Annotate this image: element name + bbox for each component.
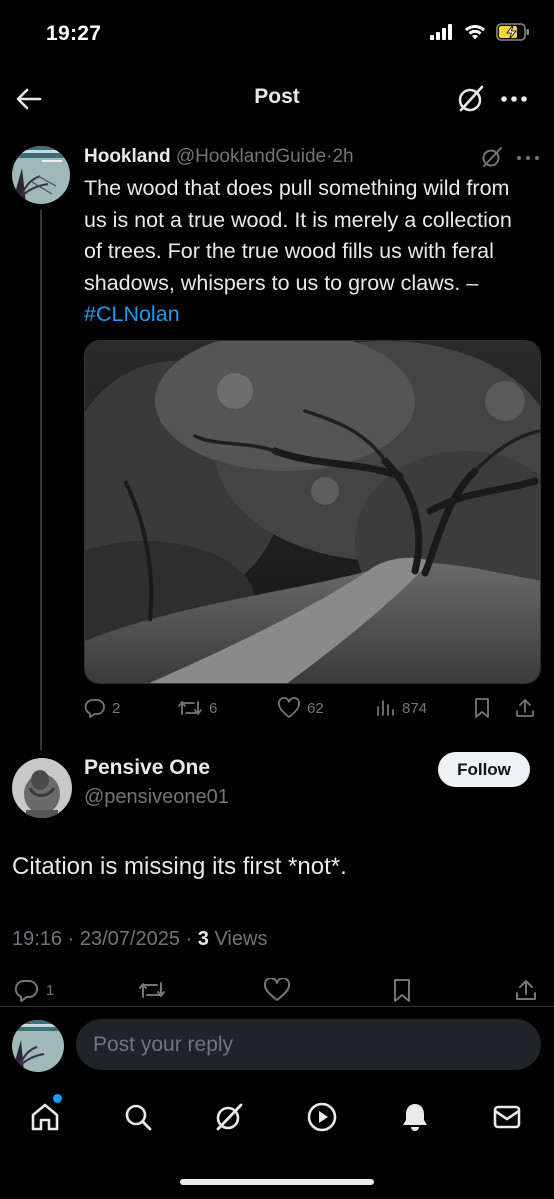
repost-button[interactable]: 6 [177, 697, 217, 719]
post-header: Hookland @HooklandGuide·2h [84, 145, 354, 169]
post-text: Citation is missing its first *not*. [12, 853, 347, 880]
messages-icon[interactable] [490, 1100, 524, 1134]
grok-icon[interactable] [480, 145, 504, 169]
notifications-icon[interactable] [398, 1100, 432, 1134]
post-body: The wood that does pull something wild f… [84, 176, 512, 295]
post-date: 23/07/2025 [79, 928, 180, 950]
share-icon[interactable] [514, 978, 538, 1002]
share-icon[interactable] [514, 697, 536, 719]
home-icon[interactable] [28, 1100, 62, 1134]
views-label[interactable]: Views [214, 928, 267, 950]
follow-button[interactable]: Follow [438, 752, 530, 787]
video-icon[interactable] [305, 1100, 339, 1134]
reply-button[interactable]: 2 [84, 697, 120, 719]
avatar[interactable] [12, 146, 70, 204]
grok-icon[interactable] [212, 1100, 246, 1134]
views-count: 874 [402, 699, 428, 717]
home-indicator [180, 1179, 374, 1185]
like-button[interactable] [263, 978, 291, 1002]
reply-input[interactable] [76, 1019, 541, 1070]
notification-dot [53, 1094, 62, 1103]
wifi-icon [464, 24, 486, 40]
more-options-icon[interactable] [498, 86, 530, 112]
bottom-nav [0, 1090, 554, 1150]
repost-count: 6 [209, 699, 218, 717]
grok-icon[interactable] [456, 84, 486, 114]
views-count[interactable]: 3 [198, 928, 209, 950]
post-more-icon[interactable] [515, 150, 541, 166]
status-bar-time: 19:27 [46, 22, 102, 45]
post-text: The wood that does pull something wild f… [84, 173, 534, 331]
reply-count: 1 [46, 981, 55, 999]
post-time: 19:16 [12, 928, 63, 950]
status-bar-icons [430, 23, 530, 41]
bookmark-icon[interactable] [471, 697, 493, 719]
post-time[interactable]: 2h [332, 146, 353, 167]
thread-connector [40, 210, 42, 750]
author-name[interactable]: Pensive One [84, 756, 210, 780]
bookmark-icon[interactable] [390, 978, 414, 1004]
reply-button[interactable]: 1 [14, 978, 54, 1002]
divider [0, 1006, 554, 1007]
cellular-signal-icon [430, 24, 454, 40]
battery-charging-icon [496, 23, 530, 41]
like-count: 62 [307, 699, 324, 717]
separator-dot: · [67, 928, 75, 950]
author-name[interactable]: Hookland [84, 146, 171, 167]
reply-count: 2 [112, 699, 121, 717]
views-button[interactable]: 874 [374, 697, 427, 719]
like-button[interactable]: 62 [277, 697, 324, 719]
author-handle[interactable]: @HooklandGuide [176, 146, 326, 167]
post-meta: 19:16 · 23/07/2025 · 3 Views [12, 928, 267, 951]
author-handle[interactable]: @pensiveone01 [84, 786, 229, 809]
avatar[interactable] [12, 758, 72, 818]
hashtag-link[interactable]: #CLNolan [84, 302, 180, 326]
post-image[interactable] [84, 340, 541, 684]
separator-dot: · [185, 928, 193, 950]
avatar [12, 1020, 64, 1072]
search-icon[interactable] [121, 1100, 155, 1134]
repost-button[interactable] [137, 978, 167, 1002]
